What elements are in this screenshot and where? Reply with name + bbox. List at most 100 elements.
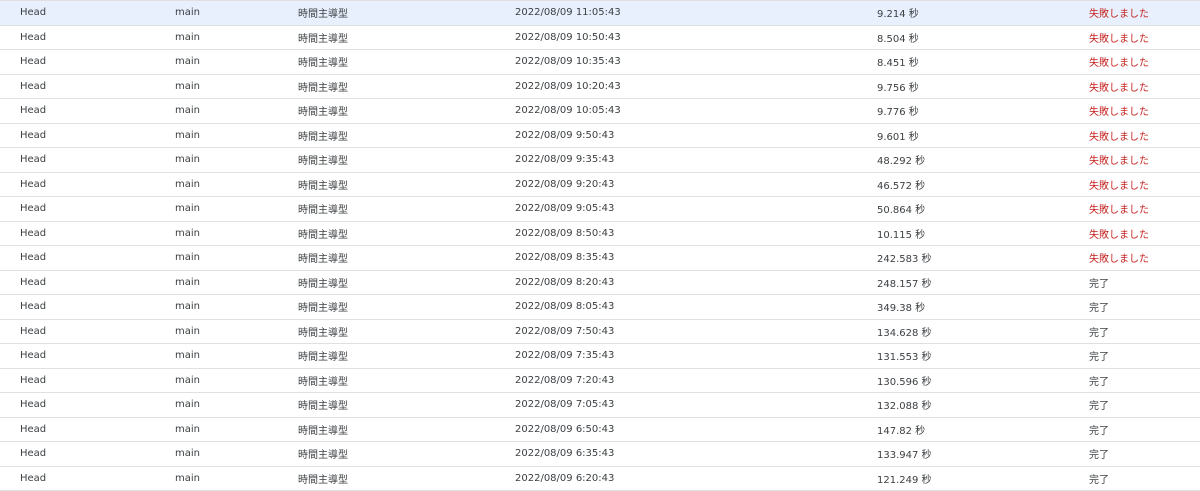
- status-cell: 失敗しました: [1089, 147, 1200, 173]
- function-cell: main: [175, 98, 298, 124]
- deployment-cell: Head: [0, 172, 175, 197]
- function-cell: main: [175, 123, 298, 148]
- start-time-cell: 2022/08/09 7:35:43: [515, 343, 877, 369]
- table-row[interactable]: Head main 時間主導型 2022/08/09 9:50:43 9.601 秒失敗…: [0, 123, 1200, 148]
- duration-cell: 132.088 秒: [877, 392, 1089, 418]
- start-time-cell: 2022/08/09 7:05:43: [515, 392, 877, 418]
- deployment-cell: Head: [0, 196, 175, 222]
- trigger-type-cell: 時間主導型: [298, 245, 515, 271]
- trigger-type-cell: 時間主導型: [298, 98, 515, 124]
- trigger-type-cell: 時間主導型: [298, 466, 515, 491]
- deployment-cell: Head: [0, 392, 175, 418]
- function-cell: main: [175, 49, 298, 75]
- duration-cell: 147.82 秒: [877, 417, 1089, 442]
- start-time-cell: 2022/08/09 7:20:43: [515, 368, 877, 393]
- table-row[interactable]: Head main 時間主導型 2022/08/09 6:20:43 121.249 秒…: [0, 466, 1200, 491]
- duration-cell: 349.38 秒: [877, 294, 1089, 320]
- deployment-cell: Head: [0, 123, 175, 148]
- trigger-type-cell: 時間主導型: [298, 172, 515, 197]
- status-cell: 失敗しました: [1089, 25, 1200, 50]
- table-row[interactable]: Head main 時間主導型 2022/08/09 10:50:43 8.504 秒失…: [0, 25, 1200, 50]
- deployment-cell: Head: [0, 245, 175, 271]
- duration-cell: 134.628 秒: [877, 319, 1089, 344]
- status-cell: 完了: [1089, 417, 1200, 442]
- status-cell: 失敗しました: [1089, 98, 1200, 124]
- status-cell: 完了: [1089, 343, 1200, 369]
- status-cell: 完了: [1089, 368, 1200, 393]
- trigger-type-cell: 時間主導型: [298, 221, 515, 246]
- duration-cell: 242.583 秒: [877, 245, 1089, 271]
- table-row[interactable]: Head main 時間主導型 2022/08/09 9:20:43 46.572 秒失…: [0, 172, 1200, 197]
- deployment-cell: Head: [0, 0, 175, 26]
- function-cell: main: [175, 368, 298, 393]
- start-time-cell: 2022/08/09 10:05:43: [515, 98, 877, 124]
- function-cell: main: [175, 294, 298, 320]
- table-row[interactable]: Head main 時間主導型 2022/08/09 8:05:43 349.38 秒完…: [0, 294, 1200, 320]
- table-row[interactable]: Head main 時間主導型 2022/08/09 11:05:43 9.214 秒失…: [0, 0, 1200, 26]
- trigger-type-cell: 時間主導型: [298, 25, 515, 50]
- trigger-type-cell: 時間主導型: [298, 441, 515, 467]
- table-row[interactable]: Head main 時間主導型 2022/08/09 6:50:43 147.82 秒完…: [0, 417, 1200, 442]
- duration-cell: 10.115 秒: [877, 221, 1089, 246]
- deployment-cell: Head: [0, 417, 175, 442]
- trigger-type-cell: 時間主導型: [298, 147, 515, 173]
- trigger-type-cell: 時間主導型: [298, 417, 515, 442]
- start-time-cell: 2022/08/09 6:50:43: [515, 417, 877, 442]
- duration-cell: 8.504 秒: [877, 25, 1089, 50]
- table-row[interactable]: Head main 時間主導型 2022/08/09 10:05:43 9.776 秒失…: [0, 98, 1200, 124]
- status-cell: 完了: [1089, 294, 1200, 320]
- trigger-type-cell: 時間主導型: [298, 49, 515, 75]
- function-cell: main: [175, 319, 298, 344]
- function-cell: main: [175, 172, 298, 197]
- trigger-type-cell: 時間主導型: [298, 196, 515, 222]
- deployment-cell: Head: [0, 343, 175, 369]
- table-row[interactable]: Head main 時間主導型 2022/08/09 9:35:43 48.292 秒失…: [0, 147, 1200, 173]
- duration-cell: 133.947 秒: [877, 441, 1089, 467]
- function-cell: main: [175, 392, 298, 418]
- table-row[interactable]: Head main 時間主導型 2022/08/09 10:35:43 8.451 秒失…: [0, 49, 1200, 75]
- start-time-cell: 2022/08/09 9:35:43: [515, 147, 877, 173]
- deployment-cell: Head: [0, 319, 175, 344]
- duration-cell: 9.756 秒: [877, 74, 1089, 99]
- start-time-cell: 2022/08/09 8:35:43: [515, 245, 877, 271]
- deployment-cell: Head: [0, 221, 175, 246]
- duration-cell: 8.451 秒: [877, 49, 1089, 75]
- table-row[interactable]: Head main 時間主導型 2022/08/09 7:50:43 134.628 秒…: [0, 319, 1200, 344]
- status-cell: 失敗しました: [1089, 74, 1200, 99]
- table-row[interactable]: Head main 時間主導型 2022/08/09 7:20:43 130.596 秒…: [0, 368, 1200, 393]
- table-row[interactable]: Head main 時間主導型 2022/08/09 6:35:43 133.947 秒…: [0, 441, 1200, 467]
- function-cell: main: [175, 270, 298, 295]
- start-time-cell: 2022/08/09 10:50:43: [515, 25, 877, 50]
- trigger-type-cell: 時間主導型: [298, 392, 515, 418]
- table-row[interactable]: Head main 時間主導型 2022/08/09 8:20:43 248.157 秒…: [0, 270, 1200, 295]
- table-row[interactable]: Head main 時間主導型 2022/08/09 7:35:43 131.553 秒…: [0, 343, 1200, 369]
- status-cell: 完了: [1089, 270, 1200, 295]
- trigger-type-cell: 時間主導型: [298, 123, 515, 148]
- start-time-cell: 2022/08/09 10:20:43: [515, 74, 877, 99]
- table-row[interactable]: Head main 時間主導型 2022/08/09 8:50:43 10.115 秒失…: [0, 221, 1200, 246]
- deployment-cell: Head: [0, 49, 175, 75]
- start-time-cell: 2022/08/09 6:35:43: [515, 441, 877, 467]
- start-time-cell: 2022/08/09 9:20:43: [515, 172, 877, 197]
- trigger-type-cell: 時間主導型: [298, 319, 515, 344]
- start-time-cell: 2022/08/09 8:50:43: [515, 221, 877, 246]
- deployment-cell: Head: [0, 294, 175, 320]
- table-row[interactable]: Head main 時間主導型 2022/08/09 8:35:43 242.583 秒…: [0, 245, 1200, 271]
- duration-cell: 48.292 秒: [877, 147, 1089, 173]
- start-time-cell: 2022/08/09 7:50:43: [515, 319, 877, 344]
- table-row[interactable]: Head main 時間主導型 2022/08/09 10:20:43 9.756 秒失…: [0, 74, 1200, 99]
- table-row[interactable]: Head main 時間主導型 2022/08/09 7:05:43 132.088 秒…: [0, 392, 1200, 418]
- executions-table: Head main 時間主導型 2022/08/09 11:05:43 9.214 秒失…: [0, 0, 1200, 491]
- duration-cell: 9.601 秒: [877, 123, 1089, 148]
- function-cell: main: [175, 221, 298, 246]
- deployment-cell: Head: [0, 147, 175, 173]
- duration-cell: 131.553 秒: [877, 343, 1089, 369]
- duration-cell: 50.864 秒: [877, 196, 1089, 222]
- duration-cell: 130.596 秒: [877, 368, 1089, 393]
- function-cell: main: [175, 147, 298, 173]
- function-cell: main: [175, 196, 298, 222]
- table-row[interactable]: Head main 時間主導型 2022/08/09 9:05:43 50.864 秒失…: [0, 196, 1200, 222]
- duration-cell: 248.157 秒: [877, 270, 1089, 295]
- trigger-type-cell: 時間主導型: [298, 0, 515, 26]
- trigger-type-cell: 時間主導型: [298, 74, 515, 99]
